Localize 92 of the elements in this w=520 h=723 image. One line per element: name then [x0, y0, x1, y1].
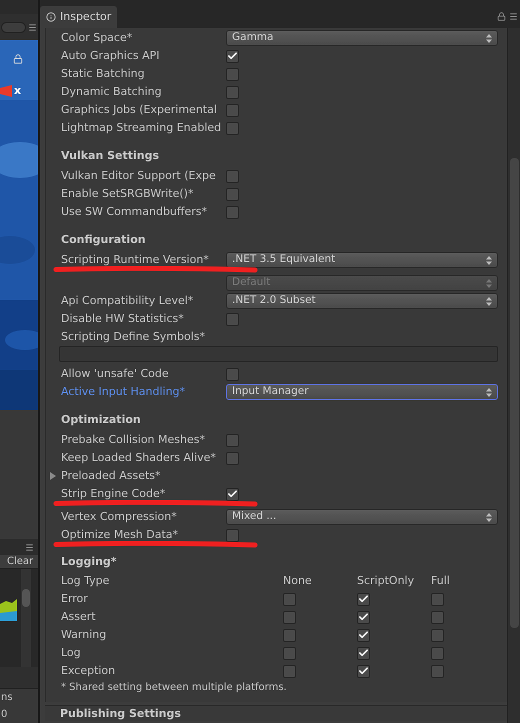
field-label: Active Input Handling*: [61, 384, 186, 400]
checkbox[interactable]: [226, 206, 239, 218]
number-field[interactable]: 0: [0, 707, 38, 723]
column-header: None: [283, 573, 313, 589]
field-label: Enable SetSRGBWrite()*: [61, 186, 194, 202]
dropdown[interactable]: Input Manager: [226, 384, 498, 400]
checkbox[interactable]: [283, 664, 296, 678]
checkbox[interactable]: [226, 528, 239, 542]
checkbox[interactable]: [226, 188, 239, 200]
field-label: Vertex Compression*: [61, 508, 178, 525]
dropdown[interactable]: Gamma: [226, 30, 498, 46]
dropdown[interactable]: .NET 3.5 Equivalent: [226, 252, 498, 268]
field-label: Graphics Jobs (Experimental: [61, 102, 218, 118]
checkbox[interactable]: [226, 434, 239, 446]
checkbox[interactable]: [283, 628, 296, 642]
updown-icon: [486, 296, 492, 306]
menu-icon[interactable]: [25, 542, 34, 552]
field-label: Scripting Runtime Version*: [61, 252, 210, 268]
checkbox[interactable]: [226, 122, 239, 134]
checkbox[interactable]: [283, 646, 296, 660]
field-label: Disable HW Statistics*: [61, 310, 185, 327]
checkbox[interactable]: [226, 312, 239, 326]
footnote: * Shared setting between multiple platforms.: [61, 681, 288, 695]
checkbox[interactable]: [283, 592, 296, 606]
field-label: ns: [0, 691, 14, 705]
axis-label: x: [14, 83, 22, 99]
field-label: Api Compatibility Level*: [61, 292, 194, 309]
section-heading: Vulkan Settings: [61, 148, 160, 164]
checkbox[interactable]: [431, 592, 444, 606]
field-label: Dynamic Batching: [61, 84, 163, 100]
menu-icon[interactable]: [509, 12, 518, 21]
checkbox[interactable]: [357, 628, 370, 642]
menu-icon[interactable]: [28, 22, 37, 32]
updown-icon: [486, 388, 492, 396]
checkbox[interactable]: [226, 452, 239, 464]
lock-icon[interactable]: [497, 12, 506, 21]
checkbox[interactable]: [226, 68, 239, 80]
field-label: Lightmap Streaming Enabled: [61, 120, 222, 136]
section-heading: Optimization: [61, 412, 142, 428]
checkbox[interactable]: [431, 610, 444, 624]
checkbox[interactable]: [226, 86, 239, 98]
field-label: Auto Graphics API: [61, 48, 161, 64]
lock-icon[interactable]: [13, 54, 23, 64]
graph-drawing: [0, 599, 18, 621]
checkbox[interactable]: [226, 488, 239, 500]
log-type-label: Warning: [61, 627, 108, 643]
field-label: Vulkan Editor Support (Expe: [61, 168, 217, 184]
scrollbar[interactable]: [21, 569, 31, 667]
field-label: Prebake Collision Meshes*: [61, 432, 206, 448]
field-label: Preloaded Assets*: [61, 468, 162, 484]
checkbox[interactable]: [226, 368, 239, 380]
dropdown[interactable]: Mixed ...: [226, 509, 498, 525]
checkbox[interactable]: [357, 646, 370, 660]
column-header: ScriptOnly: [357, 573, 416, 589]
updown-icon: [486, 34, 492, 42]
checkbox[interactable]: [226, 170, 239, 182]
checkbox[interactable]: [431, 646, 444, 660]
field-label: Scripting Define Symbols*: [61, 328, 206, 345]
checkbox[interactable]: [283, 610, 296, 624]
log-type-label: Assert: [61, 609, 97, 625]
info-icon: [46, 12, 56, 22]
foldout-arrow-icon[interactable]: [49, 472, 57, 480]
checkbox[interactable]: [431, 628, 444, 642]
field-label: Use SW Commandbuffers*: [61, 204, 208, 220]
dropdown[interactable]: .NET 2.0 Subset: [226, 293, 498, 309]
log-type-label: Error: [61, 591, 89, 607]
field-label: Optimize Mesh Data*: [61, 526, 180, 543]
log-type-label: Exception: [61, 663, 116, 679]
section-heading: Logging*: [61, 554, 118, 570]
field-label: Static Batching: [61, 66, 146, 82]
inspector-tab[interactable]: Inspector: [40, 6, 118, 28]
checkbox[interactable]: [431, 664, 444, 678]
checkbox[interactable]: [226, 104, 239, 116]
checkbox[interactable]: [357, 592, 370, 606]
scrollbar[interactable]: [507, 28, 520, 723]
updown-icon: [486, 512, 492, 522]
field-label: Color Space*: [61, 30, 134, 46]
section-heading: Configuration: [61, 232, 147, 248]
section-heading: Publishing Settings: [60, 707, 181, 720]
column-header: Log Type: [61, 573, 110, 589]
column-header: Full: [431, 573, 451, 589]
checkbox[interactable]: [357, 664, 370, 678]
search-field[interactable]: [1, 22, 26, 32]
checkbox[interactable]: [357, 610, 370, 624]
field-label: Keep Loaded Shaders Alive*: [61, 450, 217, 466]
field-label: Allow 'unsafe' Code: [61, 366, 170, 382]
log-type-label: Log: [61, 645, 82, 661]
checkbox[interactable]: [226, 50, 239, 62]
axis-arrow-icon: [0, 85, 12, 97]
field-label: Strip Engine Code*: [61, 486, 166, 502]
updown-icon: [486, 256, 492, 264]
updown-icon: [486, 278, 492, 288]
